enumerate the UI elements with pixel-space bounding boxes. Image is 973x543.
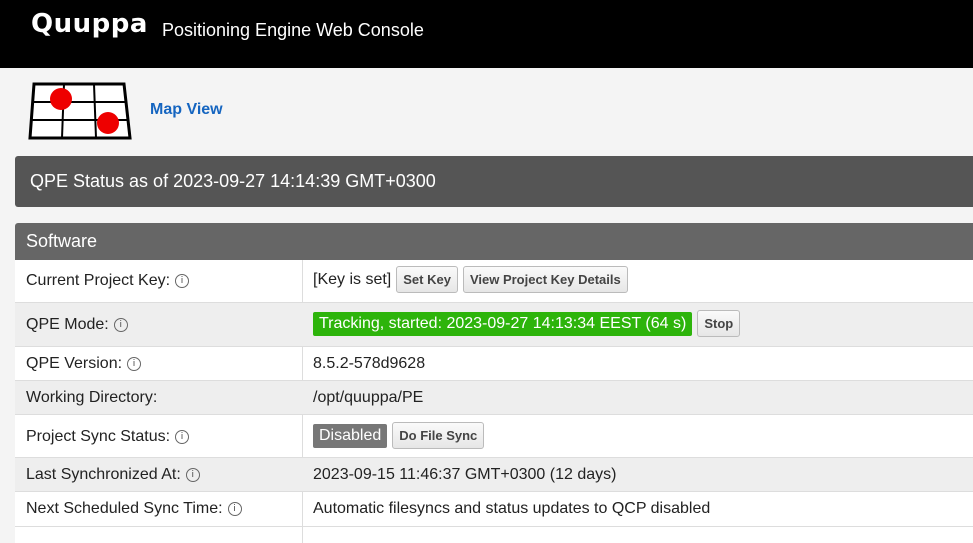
info-icon[interactable]: i xyxy=(113,317,128,332)
qpe-version-label: QPE Version: i xyxy=(26,355,142,373)
info-icon[interactable]: i xyxy=(127,356,142,371)
current-project-key-value: [Key is set] xyxy=(313,270,392,288)
status-panel: QPE Status as of 2023-09-27 14:14:39 GMT… xyxy=(15,156,973,207)
info-icon[interactable]: i xyxy=(185,467,200,482)
app-title: Positioning Engine Web Console xyxy=(162,20,424,40)
last-synchronized-value: 2023-09-15 11:46:37 GMT+0300 (12 days) xyxy=(313,466,617,483)
map-view-link[interactable]: Map View xyxy=(150,101,223,119)
next-scheduled-sync-label: Next Scheduled Sync Time: i xyxy=(26,500,242,518)
row-next-scheduled-sync: Next Scheduled Sync Time: i Automatic fil… xyxy=(15,492,973,527)
row-last-synchronized: Last Synchronized At: i 2023-09-15 11:46:… xyxy=(15,458,973,492)
current-project-key-label: Current Project Key: i xyxy=(26,272,190,290)
working-directory-value: /opt/quuppa/PE xyxy=(313,389,424,406)
sync-disabled-badge: Disabled xyxy=(313,423,388,448)
row-qpe-version: QPE Version: i 8.5.2-578d9628 xyxy=(15,347,973,381)
map-view-icon[interactable] xyxy=(28,82,132,142)
qpe-mode-label: QPE Mode: i xyxy=(26,316,128,334)
tracking-status-badge: Tracking, started: 2023-09-27 14:13:34 E… xyxy=(313,311,693,336)
view-project-key-details-button[interactable]: View Project Key Details xyxy=(462,266,628,293)
current-project-key-value-group: [Key is set] Set Key View Project Key De… xyxy=(313,266,628,293)
do-file-sync-button[interactable]: Do File Sync xyxy=(392,422,485,449)
row-current-project-key: Current Project Key: i [Key is set] Set K… xyxy=(15,260,973,303)
set-key-button[interactable]: Set Key xyxy=(396,266,458,293)
next-scheduled-sync-value: Automatic filesyncs and status updates t… xyxy=(313,500,711,517)
info-icon[interactable]: i xyxy=(175,273,190,288)
last-synchronized-label: Last Synchronized At: i xyxy=(26,466,200,484)
status-heading: QPE Status as of 2023-09-27 14:14:39 GMT… xyxy=(30,171,436,191)
row-working-directory: Working Directory: /opt/quuppa/PE xyxy=(15,381,973,415)
project-sync-status-label: Project Sync Status: i xyxy=(26,428,190,446)
quuppa-logo[interactable]: Quuppa xyxy=(31,9,148,39)
stop-button[interactable]: Stop xyxy=(697,310,741,337)
software-section: Software Current Project Key: i [Key is s… xyxy=(15,223,973,543)
info-icon[interactable]: i xyxy=(175,429,190,444)
row-qpe-mode: QPE Mode: i Tracking, started: 2023-09-27… xyxy=(15,303,973,347)
row-project-sync-status: Project Sync Status: i Disabled Do File S… xyxy=(15,415,973,458)
qpe-mode-value-group: Tracking, started: 2023-09-27 14:13:34 E… xyxy=(313,310,741,337)
working-directory-label: Working Directory: xyxy=(26,389,158,406)
project-sync-status-value-group: Disabled Do File Sync xyxy=(313,422,485,449)
top-bar: Quuppa Positioning Engine Web Console xyxy=(0,0,973,68)
software-section-header: Software xyxy=(15,223,973,260)
qpe-version-value: 8.5.2-578d9628 xyxy=(313,355,426,372)
info-icon[interactable]: i xyxy=(227,501,242,516)
